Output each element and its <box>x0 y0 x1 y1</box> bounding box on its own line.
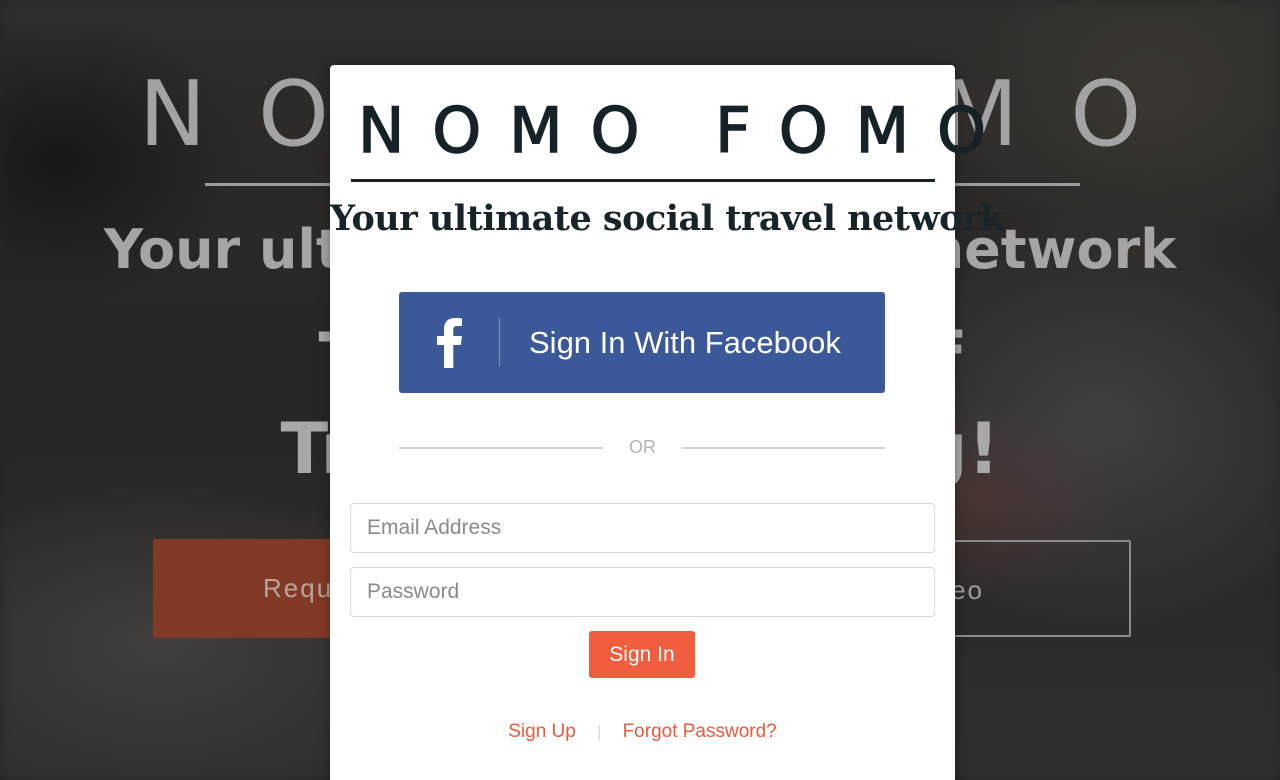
password-field[interactable] <box>350 567 935 617</box>
facebook-f-icon <box>431 316 471 368</box>
facebook-button-divider <box>499 318 500 366</box>
modal-tagline: Your ultimate social travel network <box>330 198 1004 239</box>
facebook-signin-button[interactable]: Sign In With Facebook <box>399 292 885 393</box>
logo-underline <box>351 179 935 182</box>
signin-modal: NOMO FOMO Your ultimate social travel ne… <box>330 65 1014 780</box>
or-divider-label: OR <box>629 437 656 457</box>
or-divider-left <box>399 447 603 449</box>
brand-logo: NOMO FOMO <box>357 93 1014 168</box>
auth-links: Sign Up | Forgot Password? <box>330 721 955 743</box>
facebook-button-label: Sign In With Facebook <box>529 325 841 360</box>
signup-link[interactable]: Sign Up <box>508 721 576 742</box>
forgot-password-link[interactable]: Forgot Password? <box>623 721 777 742</box>
email-field[interactable] <box>350 503 935 553</box>
or-divider-right <box>682 447 885 449</box>
page: NOMO FOMO Your ultimate social travel ne… <box>0 0 1280 780</box>
signin-button[interactable]: Sign In <box>589 631 695 678</box>
link-separator: | <box>597 724 602 741</box>
